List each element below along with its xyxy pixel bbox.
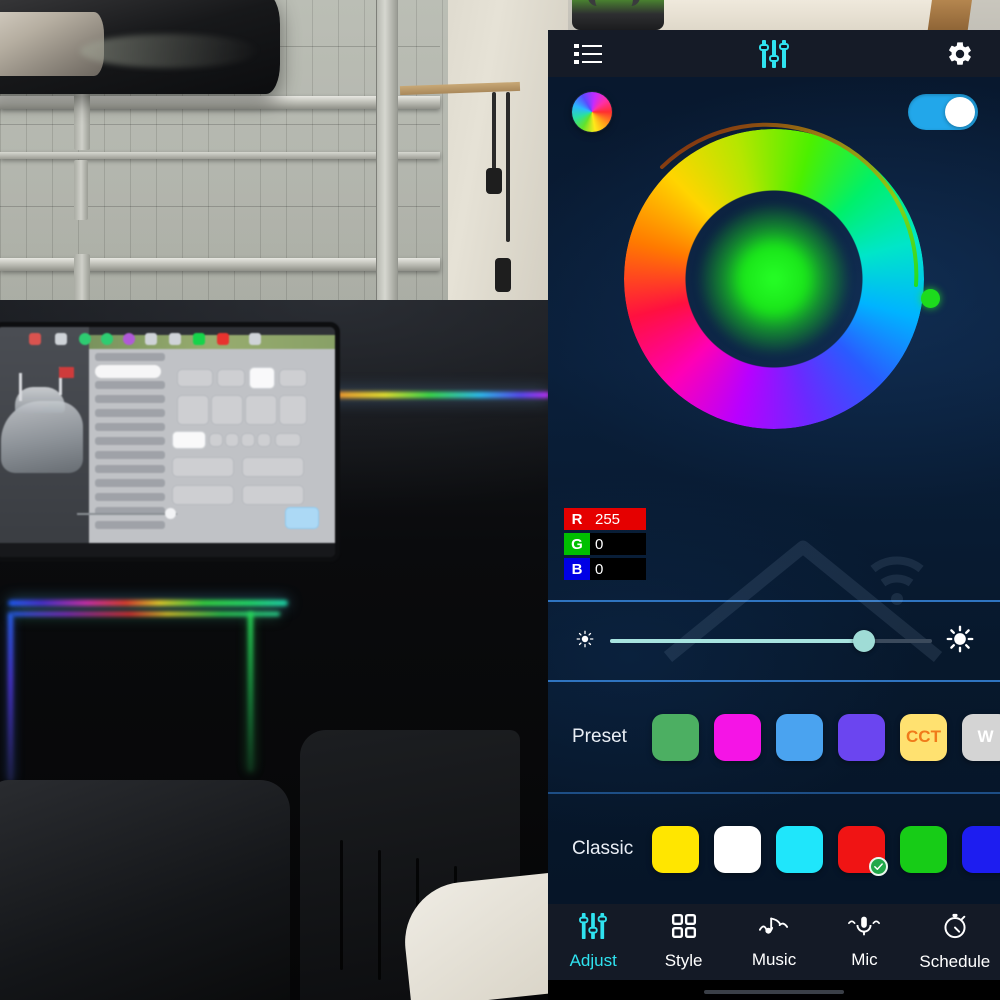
preset-purple[interactable] (838, 713, 885, 761)
garage-hook-1 (492, 92, 496, 172)
rgb-readout: R 255 G 0 B 0 (564, 508, 646, 580)
classic-blue[interactable] (962, 825, 1000, 873)
preset-white-label: W (977, 727, 994, 746)
preset-green[interactable] (652, 713, 699, 761)
preset-blue[interactable] (776, 713, 823, 761)
color-wheel[interactable] (561, 77, 987, 492)
brightness-high-icon (946, 625, 974, 658)
nav-item-music[interactable]: Music (729, 914, 819, 970)
home-indicator (704, 990, 844, 994)
music-note-icon (759, 914, 789, 943)
green-power-tool-handle (588, 0, 640, 6)
car-seat-front (0, 780, 290, 1000)
rgb-value-b: 0 (590, 558, 646, 580)
brightness-slider-fill (610, 639, 865, 643)
led-strip-door-panel (8, 600, 288, 606)
nav-label-schedule: Schedule (919, 951, 991, 971)
grid-icon (671, 913, 697, 944)
selected-check-icon (869, 856, 888, 876)
rgb-row-b: B 0 (564, 558, 646, 580)
nav-item-style[interactable]: Style (638, 913, 728, 971)
classic-cyan[interactable] (776, 825, 823, 873)
selected-color-preview (699, 204, 849, 354)
nav-item-adjust[interactable]: Adjust (548, 913, 638, 971)
garage-hook-weight-2 (495, 258, 511, 292)
led-strip-right (248, 612, 253, 772)
tesla-center-screen (0, 322, 340, 562)
home-bar-area (548, 980, 1000, 1000)
brightness-low-icon (574, 628, 596, 655)
rgb-value-g: 0 (590, 533, 646, 555)
bottom-navigation: Adjust Style Music Mic Schedule (548, 904, 1000, 980)
led-strip-trim (12, 612, 280, 616)
nav-item-schedule[interactable]: Schedule (910, 913, 1000, 972)
preset-label: Preset (572, 726, 627, 747)
brightness-row (548, 602, 1000, 680)
led-strip-left (8, 612, 13, 782)
preset-swatch-list: CCT W (652, 713, 1000, 761)
nav-label-adjust: Adjust (569, 951, 617, 970)
sliders-icon[interactable] (759, 39, 789, 68)
app-topbar (548, 30, 1000, 77)
color-wheel-icon[interactable] (572, 92, 612, 132)
stopwatch-icon (942, 913, 968, 945)
rgb-tag-b: B (564, 558, 590, 580)
classic-white[interactable] (714, 825, 761, 873)
classic-swatch-list (652, 825, 1000, 876)
rgb-tag-r: R (564, 508, 590, 530)
sliders-icon (579, 913, 608, 944)
classic-row: Classic (548, 794, 1000, 904)
rgb-row-r: R 255 (564, 508, 646, 530)
nav-label-mic: Mic (851, 950, 878, 969)
app-body: R 255 G 0 B 0 Preset CCT W Classic (548, 77, 1000, 904)
classic-red[interactable] (838, 825, 888, 876)
color-picker-area: R 255 G 0 B 0 (548, 77, 1000, 600)
garage-hook-2 (506, 92, 510, 242)
garage-upper-wall (660, 0, 940, 34)
rgb-row-g: G 0 (564, 533, 646, 555)
led-controller-app: R 255 G 0 B 0 Preset CCT W Classic Adjus… (548, 30, 1000, 1000)
rgb-value-r: 255 (590, 508, 646, 530)
wood-beam (927, 0, 973, 32)
preset-white[interactable]: W (962, 713, 1000, 761)
classic-label: Classic (572, 838, 634, 859)
power-toggle[interactable] (908, 94, 978, 130)
list-icon[interactable] (574, 43, 602, 65)
nav-item-mic[interactable]: Mic (819, 914, 909, 970)
preset-cct[interactable]: CCT (900, 713, 947, 761)
preset-magenta[interactable] (714, 713, 761, 761)
brightness-slider-thumb[interactable] (853, 630, 876, 652)
rearview-mirror (0, 0, 280, 94)
rgb-tag-g: G (564, 533, 590, 555)
nav-label-music: Music (751, 950, 797, 969)
saturation-arc-handle[interactable] (921, 289, 940, 308)
classic-yellow[interactable] (652, 825, 699, 873)
screenshot-root: R 255 G 0 B 0 Preset CCT W Classic Adjus… (0, 0, 1000, 1000)
classic-green[interactable] (900, 825, 947, 873)
brightness-slider[interactable] (610, 630, 932, 652)
microphone-icon (848, 914, 881, 943)
nav-label-style: Style (664, 951, 703, 970)
gear-icon[interactable] (946, 40, 974, 68)
preset-row: Preset CCT W (548, 682, 1000, 792)
garage-hook-weight-1 (486, 168, 502, 194)
preset-cct-label: CCT (906, 727, 941, 746)
